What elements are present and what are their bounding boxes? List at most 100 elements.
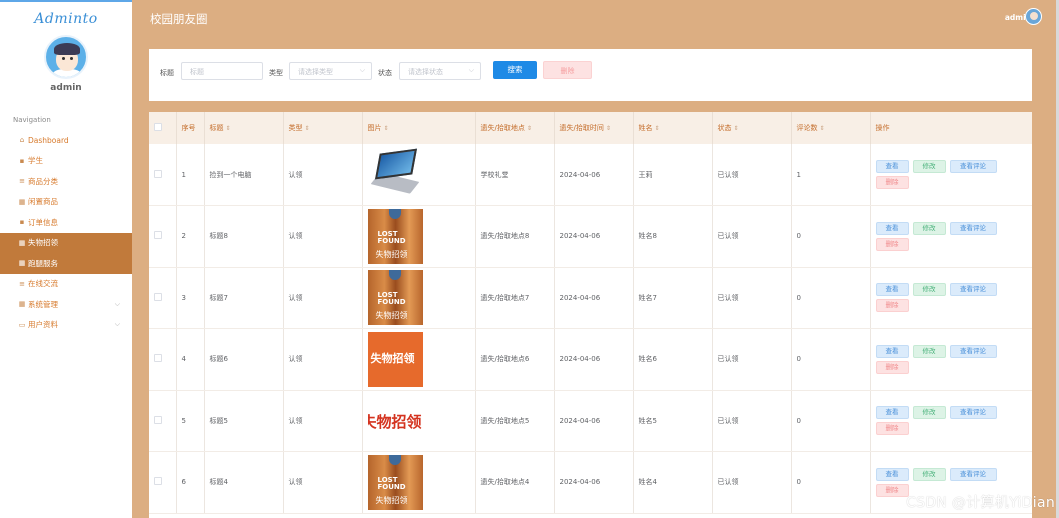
column-header-label: 姓名 xyxy=(638,124,653,132)
column-header[interactable]: 评论数 ⇕ xyxy=(791,112,871,144)
image-text-cn: 失物招领 xyxy=(375,249,408,259)
sidebar-item-label: 系统管理 xyxy=(28,299,58,309)
cell-image: LOST FOUND 失物招领 xyxy=(362,267,476,329)
column-header-label: 图片 xyxy=(367,124,382,132)
row-checkbox[interactable] xyxy=(154,354,162,363)
table-row[interactable]: 3 标题7 认领 LOST FOUND 失物招领 遗失/拾取地点7 2024-04-06 姓名… xyxy=(149,267,1032,329)
column-header-label: 类型 xyxy=(288,124,303,132)
view-comments-button[interactable]: 查看评论 xyxy=(949,467,997,481)
sidebar-item[interactable]: ▪ 订单信息 xyxy=(0,212,132,233)
image-text-en: LOST FOUND xyxy=(377,291,406,307)
app-logo[interactable]: Adminto xyxy=(0,11,132,27)
table-row[interactable]: 5 标题5 认领 失物招领 遗失/拾取地点5 2024-04-06 姓名5 已认领 0 查看 修改查… xyxy=(149,390,1032,452)
status-select[interactable]: 请选择状态 ⌵ xyxy=(399,62,481,80)
column-header[interactable]: 图片 ⇕ xyxy=(362,112,476,144)
column-header[interactable]: 操作 xyxy=(870,112,1032,144)
cell-status: 已认领 xyxy=(712,390,792,452)
table-row[interactable]: 2 标题8 认领 LOST FOUND 失物招领 遗失/拾取地点8 2024-04-06 姓名… xyxy=(149,205,1032,268)
cell-index: 6 xyxy=(176,451,205,514)
cell-status: 已认领 xyxy=(712,144,792,206)
view-comments-button[interactable]: 查看评论 xyxy=(949,406,997,420)
column-header[interactable]: 遗失/拾取时间 ⇕ xyxy=(554,112,634,144)
sort-icon[interactable]: ⇕ xyxy=(305,125,310,132)
sidebar-item[interactable]: ▦ 闲置商品 xyxy=(0,192,132,213)
row-checkbox[interactable] xyxy=(154,415,162,424)
sort-icon[interactable]: ⇕ xyxy=(384,125,389,132)
view-comments-button[interactable]: 查看评论 xyxy=(949,344,997,358)
edit-button[interactable]: 修改 xyxy=(912,221,946,235)
sidebar-item[interactable]: ▦ 失物招领 xyxy=(0,232,132,253)
sidebar-item-label: Dashboard xyxy=(28,135,69,145)
header-avatar[interactable] xyxy=(1025,8,1042,25)
view-button[interactable]: 查看 xyxy=(875,406,909,420)
column-header[interactable]: 标题 ⇕ xyxy=(204,112,284,144)
column-header[interactable]: 状态 ⇕ xyxy=(712,112,792,144)
sort-icon[interactable]: ⇕ xyxy=(226,125,231,132)
sort-icon[interactable]: ⇕ xyxy=(734,125,739,132)
table-row[interactable]: 1 捡到一个电脑 认领 学校礼堂 2024-04-06 王莉 已认领 1 查看 修改 查看评论 删除 xyxy=(149,144,1032,206)
search-button[interactable]: 搜索 xyxy=(493,61,537,79)
delete-row-button[interactable]: 删除 xyxy=(875,237,909,251)
column-header-label: 标题 xyxy=(209,124,224,132)
cell-index: 4 xyxy=(176,328,205,391)
list-icon: ≡ xyxy=(19,279,25,288)
title-input[interactable]: 标题 xyxy=(181,62,263,80)
select-all-checkbox[interactable] xyxy=(154,123,162,131)
sidebar-item[interactable]: ▭ 用户资料 ⌵ xyxy=(0,315,132,336)
table-row[interactable]: 4 标题6 认领 失物招领 遗失/拾取地点6 2024-04-06 姓名6 已认领 0 查看 修改查… xyxy=(149,328,1032,391)
cell-name: 姓名6 xyxy=(633,328,713,391)
sidebar-item[interactable]: ⌂ Dashboard xyxy=(0,130,132,151)
sidebar-item[interactable]: ▦ 跑腿服务 xyxy=(0,253,132,274)
row-select-cell xyxy=(149,267,177,329)
cell-comments: 0 xyxy=(791,451,871,514)
view-button[interactable]: 查看 xyxy=(875,344,909,358)
view-comments-button[interactable]: 查看评论 xyxy=(949,160,997,173)
sort-icon[interactable]: ⇕ xyxy=(655,125,660,132)
view-button[interactable]: 查看 xyxy=(875,160,909,173)
edit-button[interactable]: 修改 xyxy=(912,283,946,297)
row-checkbox[interactable] xyxy=(154,231,162,240)
cell-type: 认领 xyxy=(283,144,363,206)
column-header[interactable]: 类型 ⇕ xyxy=(283,112,363,144)
cell-time: 2024-04-06 xyxy=(554,390,634,452)
edit-button[interactable]: 修改 xyxy=(912,467,946,481)
column-header-label: 遗失/拾取时间 xyxy=(559,124,604,132)
column-header[interactable]: 姓名 ⇕ xyxy=(633,112,713,144)
row-checkbox[interactable] xyxy=(154,477,162,486)
sort-icon[interactable]: ⇕ xyxy=(606,125,611,132)
sidebar-item[interactable]: ▪ 学生 xyxy=(0,151,132,172)
delete-row-button[interactable]: 删除 xyxy=(875,422,909,436)
edit-button[interactable]: 修改 xyxy=(912,406,946,420)
sidebar-item-label: 闲置商品 xyxy=(28,197,58,207)
type-select[interactable]: 请选择类型 ⌵ xyxy=(289,62,372,80)
cell-type: 认领 xyxy=(283,451,363,514)
column-header[interactable]: 序号 xyxy=(176,112,205,144)
user-avatar[interactable] xyxy=(44,35,88,79)
sort-icon[interactable]: ⇕ xyxy=(527,125,532,132)
row-checkbox[interactable] xyxy=(154,292,162,301)
cell-actions: 查看 修改 查看评论删除 xyxy=(870,205,1032,268)
sidebar-item[interactable]: ▦ 系统管理 ⌵ xyxy=(0,294,132,315)
delete-row-button[interactable]: 删除 xyxy=(875,299,909,313)
table-row[interactable]: 6 标题4 认领 LOST FOUND 失物招领 遗失/拾取地点4 2024-04-06 姓名… xyxy=(149,451,1032,514)
title-label: 标题 xyxy=(160,69,174,77)
delete-button[interactable]: 删除 xyxy=(543,61,592,79)
sidebar-item-label: 用户资料 xyxy=(28,320,58,330)
row-checkbox[interactable] xyxy=(154,169,162,178)
view-button[interactable]: 查看 xyxy=(875,283,909,297)
sort-icon[interactable]: ⇕ xyxy=(820,125,825,132)
view-comments-button[interactable]: 查看评论 xyxy=(949,283,997,297)
view-button[interactable]: 查看 xyxy=(875,221,909,235)
view-button[interactable]: 查看 xyxy=(875,467,909,481)
column-header[interactable]: 遗失/拾取地点 ⇕ xyxy=(475,112,555,144)
sidebar-item[interactable]: ≡ 商品分类 xyxy=(0,171,132,192)
view-comments-button[interactable]: 查看评论 xyxy=(949,221,997,235)
sidebar-item[interactable]: ≡ 在线交流 xyxy=(0,274,132,295)
cell-place: 学校礼堂 xyxy=(475,144,555,206)
edit-button[interactable]: 修改 xyxy=(912,160,946,173)
edit-button[interactable]: 修改 xyxy=(912,344,946,358)
page-title: 校园朋友圈 xyxy=(150,12,208,26)
delete-row-button[interactable]: 删除 xyxy=(875,360,909,374)
delete-row-button[interactable]: 删除 xyxy=(875,176,909,189)
delete-row-button[interactable]: 删除 xyxy=(875,483,909,497)
